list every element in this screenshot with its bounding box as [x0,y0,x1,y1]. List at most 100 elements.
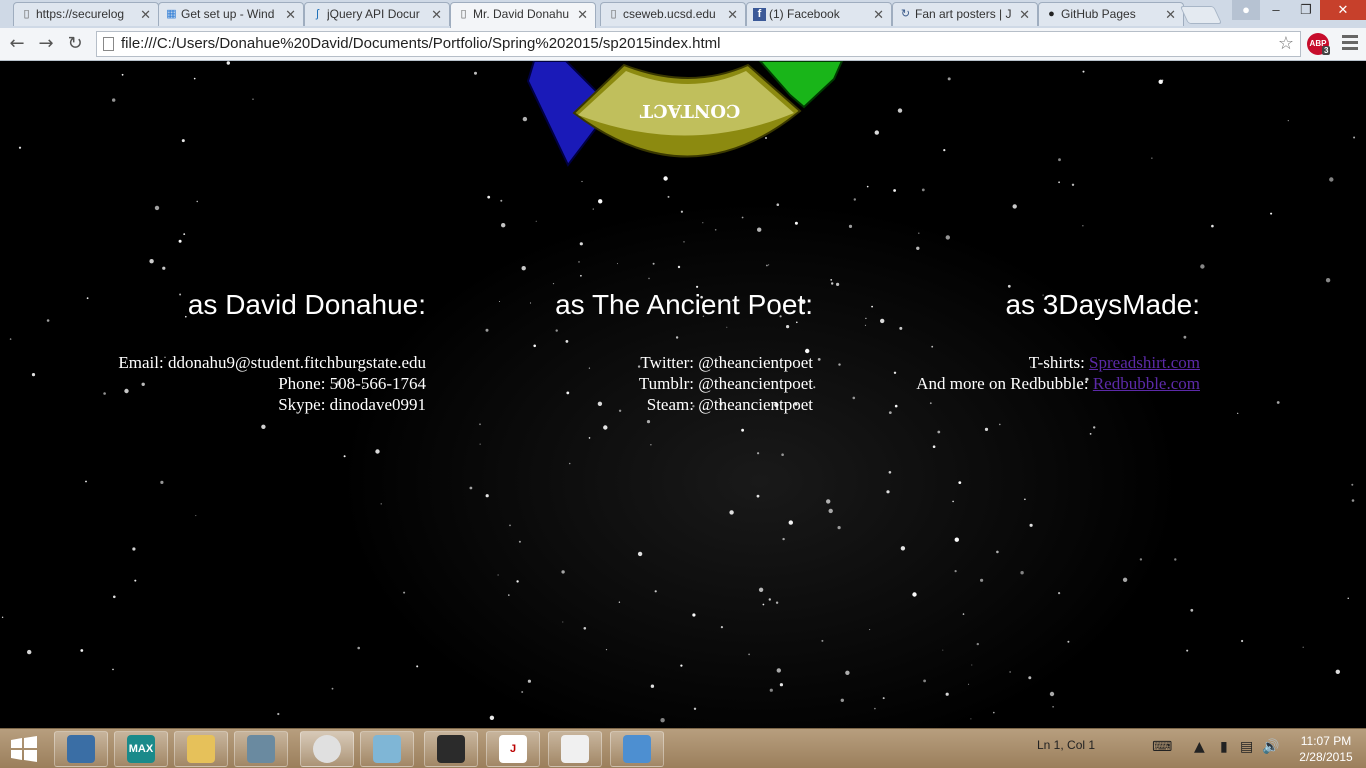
taskbar-app-button[interactable] [360,731,414,767]
star [583,627,587,630]
close-tab-icon[interactable]: ✕ [577,7,588,23]
star [27,649,32,655]
taskbar-app-button[interactable] [610,731,664,767]
show-hidden-icons-icon[interactable]: ▲ [1194,739,1205,755]
contact-column: as David Donahue: Email: ddonahu9@student… [118,289,426,415]
star [183,233,186,236]
chrome-menu-icon[interactable] [1342,35,1358,53]
star [497,574,499,576]
tab-title: Get set up - Wind [181,7,275,21]
reload-button[interactable]: ↻ [63,32,87,56]
contact-link[interactable]: Spreadshirt.com [1089,353,1200,372]
forward-button[interactable]: → [34,32,58,56]
browser-tab[interactable]: ▦ Get set up - Wind ✕ [158,2,304,26]
page-icon [103,37,114,51]
address-url[interactable]: file:///C:/Users/Donahue%20David/Documen… [121,35,721,52]
star [683,241,685,243]
close-tab-icon[interactable]: ✕ [431,7,442,23]
taskbar-app-button[interactable] [424,731,478,767]
browser-tab[interactable]: f (1) Facebook ✕ [746,2,892,26]
contact-line: Twitter: @theancientpoet [640,353,813,372]
taskbar-app-button[interactable] [300,731,354,767]
close-tab-icon[interactable]: ✕ [873,7,884,23]
new-tab-button[interactable] [1179,6,1223,24]
browser-tab[interactable]: ↻ Fan art posters | J ✕ [892,2,1038,26]
star [838,363,841,366]
back-button[interactable]: ← [5,32,29,56]
nav-ring-contact-segment[interactable]: CONTACT [572,63,802,158]
star [1007,284,1011,288]
taskbar-app-button[interactable]: J [486,731,540,767]
taskbar-app-button[interactable] [174,731,228,767]
start-button[interactable] [8,735,40,763]
address-bar[interactable]: file:///C:/Users/Donahue%20David/Documen… [96,31,1301,57]
taskbar-app-button[interactable] [54,731,108,767]
windows-icon: ▦ [166,8,177,20]
star [485,328,489,332]
browser-tab[interactable]: ▯ Mr. David Donahu ✕ [450,2,596,28]
minimize-button[interactable]: – [1262,0,1290,20]
star [160,480,164,484]
browser-tab[interactable]: ▯ cseweb.ucsd.edu ✕ [600,2,746,26]
document-icon: ▯ [23,8,30,20]
network-signal-icon[interactable]: ▤ [1240,739,1253,755]
star [837,526,841,530]
star [1009,671,1011,673]
star [853,198,856,201]
star [1347,597,1349,599]
star [788,520,793,525]
close-window-button[interactable]: ✕ [1320,0,1366,20]
star [1028,676,1032,680]
star [134,579,137,582]
star [923,679,926,683]
star [869,629,871,631]
star [1052,706,1054,708]
star [487,195,491,199]
star [1335,669,1341,674]
page-viewport: CONTACT as David Donahue: Email: ddonahu9… [0,61,1366,728]
contact-line: Steam: @theancientpoet [646,395,813,414]
star [533,344,536,348]
tab-title: Fan art posters | J [915,7,1012,21]
jquery-icon: ʃ [316,8,319,20]
close-tab-icon[interactable]: ✕ [285,7,296,23]
star [1190,608,1194,612]
star [984,427,989,431]
volume-icon[interactable]: 🔊 [1262,739,1279,755]
keyboard-icon[interactable]: ⌨ [1152,739,1172,755]
star [929,402,932,405]
github-icon: ● [1048,8,1055,20]
star [568,462,571,465]
star [1020,571,1024,575]
contact-link[interactable]: Redbubble.com [1093,374,1200,393]
close-tab-icon[interactable]: ✕ [727,7,738,23]
star [916,246,920,250]
close-tab-icon[interactable]: ✕ [1165,7,1176,23]
star [485,494,489,498]
star [1200,264,1205,269]
user-icon[interactable]: ● [1232,0,1260,20]
restore-button[interactable]: ❐ [1292,0,1320,20]
star [85,480,87,483]
chrome-icon [313,735,341,763]
star [954,570,957,573]
star [261,424,266,429]
battery-icon[interactable]: ▮ [1220,739,1228,755]
close-tab-icon[interactable]: ✕ [1019,7,1030,23]
taskbar-app-button[interactable]: MAX [114,731,168,767]
browser-tab[interactable]: ▯ https://securelog ✕ [13,2,159,26]
star [1211,224,1214,228]
star [1049,691,1055,697]
star [693,707,697,710]
star [768,264,770,266]
browser-tab[interactable]: ● GitHub Pages ✕ [1038,2,1184,26]
taskbar-app-button[interactable] [234,731,288,767]
taskbar-app-button[interactable] [548,731,602,767]
bookmark-star-icon[interactable]: ☆ [1278,33,1294,54]
system-clock[interactable]: 11:07 PM 2/28/2015 [1290,733,1362,765]
star [479,423,481,426]
browser-tab[interactable]: ʃ jQuery API Docur ✕ [304,2,450,26]
close-tab-icon[interactable]: ✕ [140,7,151,23]
star [865,317,867,320]
tab-title: (1) Facebook [769,7,840,21]
